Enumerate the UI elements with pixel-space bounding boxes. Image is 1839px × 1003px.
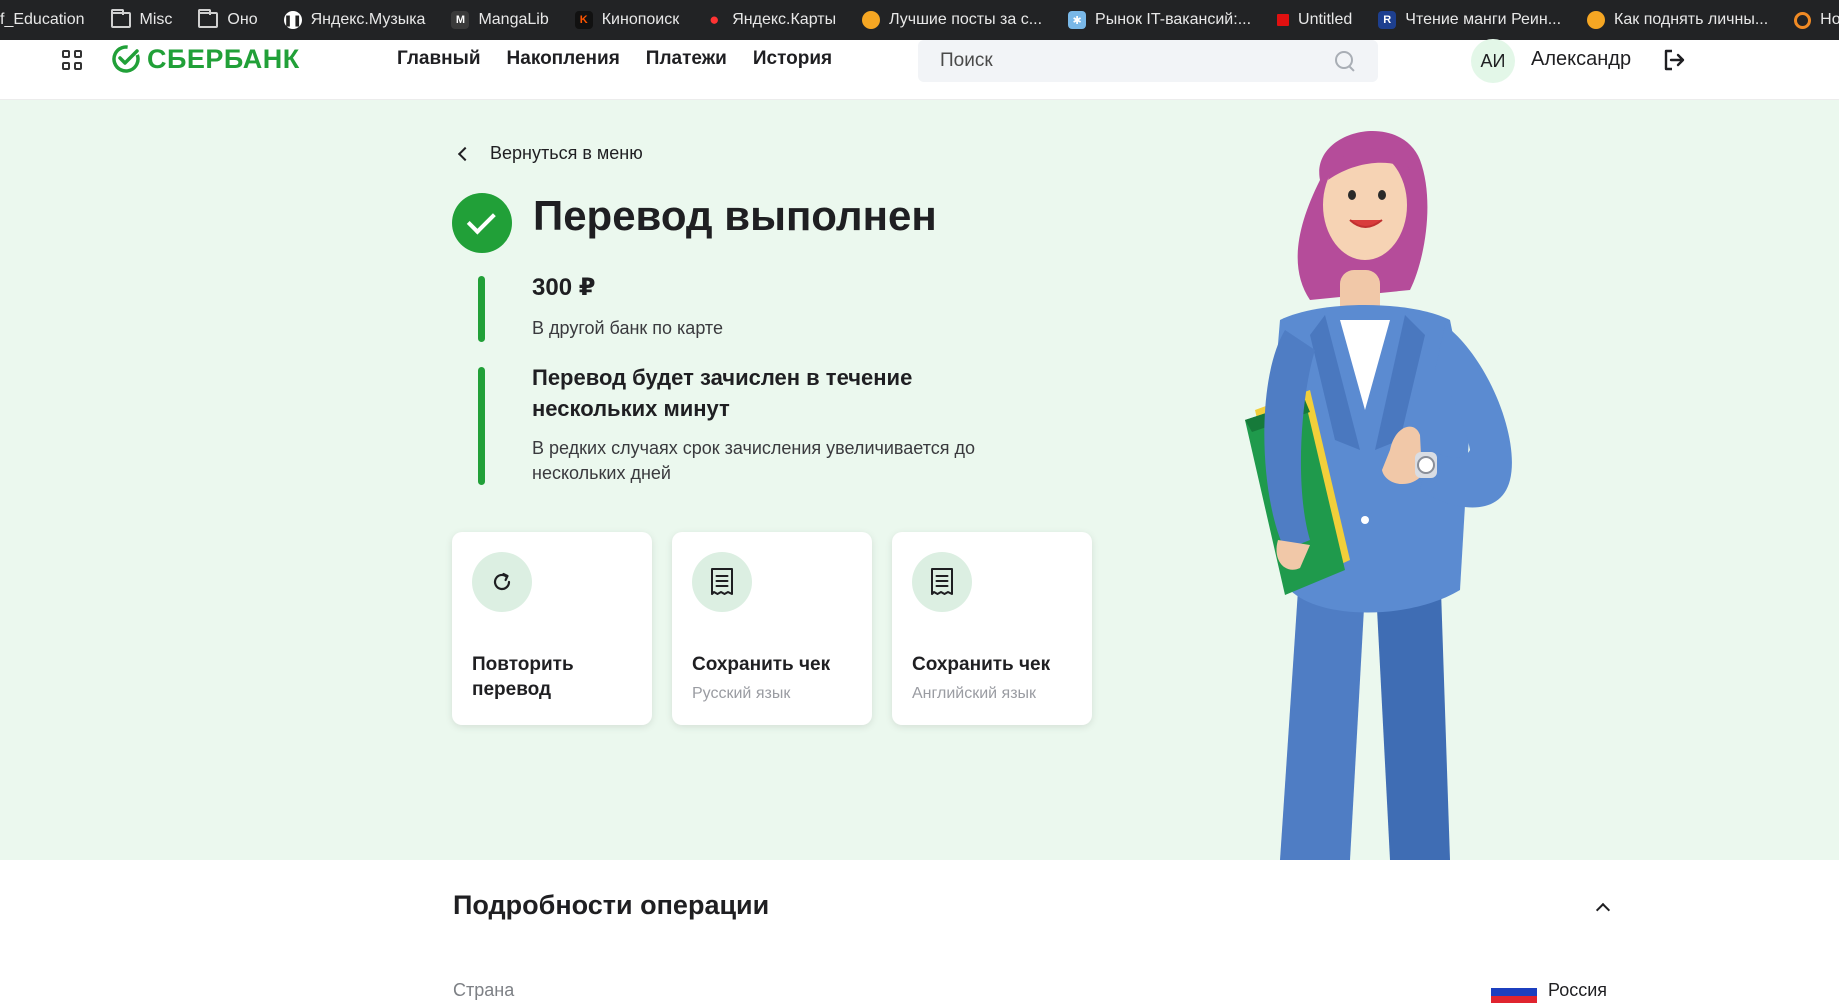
bookmark-label: Как поднять личны... [1614,11,1769,28]
crediting-info-text: В редких случаях срок зачисления увеличи… [532,438,976,483]
bookmark-label: Чтение манги Реин... [1405,11,1562,28]
bookmark-readmanga[interactable]: R Чтение манги Реин... [1366,0,1575,40]
transfer-amount: 300 ₽ [532,274,596,301]
search-box [918,40,1378,82]
save-receipt-en-button[interactable]: Сохранить чек Английский язык [892,532,1092,725]
bookmark-misc[interactable]: Misc [99,0,187,40]
readmanga-icon: R [1378,11,1397,29]
receipt-icon [912,552,972,612]
repeat-icon [472,552,532,612]
status-bar [478,367,485,485]
operation-details-title: Подробности операции [453,890,770,920]
bookmark-label: MangaLib [478,11,549,28]
bookmark-pikabu-level[interactable]: Как поднять личны... [1575,0,1782,40]
map-pin-icon: ● [709,10,720,29]
country-value: Россия [1548,980,1608,1000]
folder-icon [110,9,131,28]
bookmark-kinopoisk[interactable]: K Кинопоиск [563,0,694,40]
apps-grid-icon[interactable] [62,50,82,70]
bookmark-label: Untitled [1298,11,1353,28]
russia-flag-icon [1491,980,1537,1003]
bookmark-ono[interactable]: Оно [186,0,271,40]
back-label: Вернуться в меню [490,143,643,163]
status-bar [478,276,485,342]
chevron-up-icon[interactable] [1595,902,1611,918]
nav-item-savings[interactable]: Накопления [507,48,620,70]
sber-logo-icon [112,45,140,73]
habr-career-icon: ✱ [1068,11,1087,29]
transfer-type: В другой банк по карте [532,318,723,338]
yandex-music-icon: ❚❚ [283,11,302,29]
bookmark-label: How To Guide: Set... [1820,11,1839,28]
site-header: СБЕРБАНК Главный Накопления Платежи Исто… [0,39,1839,100]
bookmark-education[interactable]: f_Education [0,0,99,40]
woman-with-folder-illustration [1245,131,1512,860]
red-square-icon [1277,14,1290,26]
folder-icon [198,9,219,28]
page-title: Перевод выполнен [533,192,937,239]
save-receipt-ru-button[interactable]: Сохранить чек Русский язык [672,532,872,725]
logo-text: СБЕРБАНК [147,43,300,74]
back-to-menu-link[interactable]: Вернуться в меню [456,143,643,164]
bookmark-yandex-maps[interactable]: ● Яндекс.Карты [693,0,850,40]
bookmarks-bar: f_Education Misc Оно ❚❚ Яндекс.Музыка M Ma… [0,0,1839,40]
search-input[interactable] [940,50,1334,72]
receipt-icon [692,552,752,612]
bookmark-label: Лучшие посты за с... [889,11,1043,28]
country-label: Страна [453,980,515,1000]
repeat-transfer-button[interactable]: Повторить перевод [452,532,652,725]
bookmark-it-jobs[interactable]: ✱ Рынок IT-вакансий:... [1056,0,1265,40]
chevron-left-icon [457,146,473,161]
bookmark-label: Яндекс.Музыка [310,11,426,28]
bookmark-label: f_Education [0,11,85,28]
pikabu-icon [862,11,881,29]
success-check-icon [452,193,512,253]
bookmark-label: Оно [227,11,258,28]
search-icon[interactable] [1334,50,1356,72]
bookmark-how-to-guide[interactable]: How To Guide: Set... [1782,0,1839,40]
bookmark-mangalib[interactable]: M MangaLib [439,0,562,40]
bookmark-label: Misc [139,11,173,28]
action-cards: Повторить перевод Сохранить чек Русский … [452,532,1092,725]
transfer-result-section: Вернуться в меню Перевод выполнен 300 ₽ … [0,100,1839,860]
kinopoisk-icon: K [574,11,593,29]
mangalib-icon: M [451,11,470,29]
pikabu-icon [1587,11,1606,29]
user-name[interactable]: Александр [1531,48,1631,71]
card-label: Повторить перевод [472,654,574,700]
ring-icon [1794,11,1812,29]
bookmark-pikabu-best[interactable]: Лучшие посты за с... [850,0,1056,40]
bookmark-label: Кинопоиск [601,11,680,28]
card-sublabel: Английский язык [912,685,1037,702]
nav-item-payments[interactable]: Платежи [646,48,727,70]
bookmark-untitled[interactable]: Untitled [1265,0,1366,40]
card-sublabel: Русский язык [692,685,791,702]
card-label: Сохранить чек [912,654,1051,675]
crediting-info-title: Перевод будет зачислен в течение несколь… [532,365,913,421]
bookmark-yandex-music[interactable]: ❚❚ Яндекс.Музыка [272,0,440,40]
nav-item-history[interactable]: История [753,48,832,70]
bookmark-label: Рынок IT-вакансий:... [1095,11,1252,28]
avatar[interactable]: АИ [1471,39,1515,83]
logout-icon[interactable] [1662,48,1686,72]
nav-item-main[interactable]: Главный [397,48,481,70]
sberbank-logo[interactable]: СБЕРБАНК [111,44,300,74]
bookmark-label: Яндекс.Карты [732,11,837,28]
card-label: Сохранить чек [692,654,831,675]
main-nav: Главный Накопления Платежи История [397,48,832,70]
